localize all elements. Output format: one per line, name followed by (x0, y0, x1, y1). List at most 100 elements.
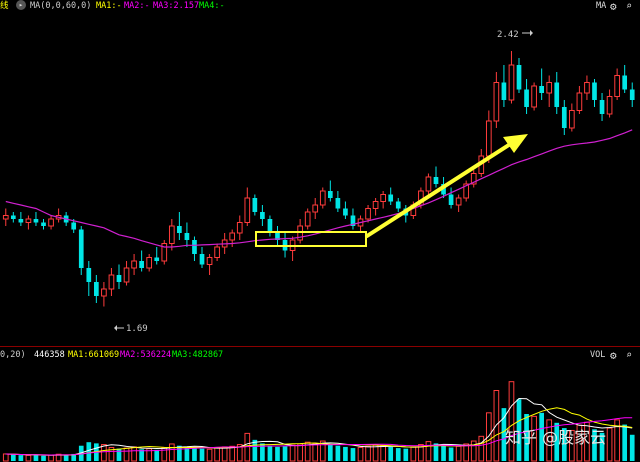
candles-group (2, 51, 635, 307)
vol-gear-icon[interactable]: ⚙ (610, 349, 617, 362)
candle-body (622, 75, 628, 90)
volume-bars-group (2, 381, 635, 462)
candle-body (554, 82, 560, 107)
volume-bar (101, 444, 107, 462)
candle-body (425, 176, 432, 192)
volume-indicator-params[interactable]: 0,20) (0, 349, 26, 362)
gear-icon[interactable]: ⚙ (610, 0, 617, 13)
vol-ma3-readout: MA3:482867 (172, 350, 224, 360)
candle (493, 72, 500, 128)
candle (516, 58, 522, 93)
indicator-switch-icon[interactable]: ▸ (16, 0, 26, 10)
volume-bar (123, 447, 130, 462)
volume-bar (2, 453, 9, 462)
candlestick-panel[interactable]: 2.42 1.69 (0, 13, 640, 346)
vol-settings-label[interactable]: VOL (590, 349, 605, 362)
volume-bar (335, 445, 341, 461)
candle-body (501, 82, 507, 100)
candle (380, 191, 386, 209)
stock-chart-window: 线 ▸ MA(0,0,60,0) MA1:- MA2:- MA3:2.157 M… (0, 0, 640, 462)
candle-body (184, 233, 190, 240)
low-price-label: 1.69 (126, 324, 148, 334)
candle-body (154, 257, 160, 261)
candle-body (539, 86, 544, 93)
candle-body (116, 275, 122, 282)
candle-body (108, 274, 115, 290)
candle-body (71, 222, 77, 230)
candle-body (199, 254, 205, 265)
candle-body (252, 198, 258, 212)
high-price-label: 2.42 (497, 30, 519, 40)
candle (470, 170, 477, 188)
security-name-fragment: 线 (0, 1, 9, 11)
candle-body (267, 219, 273, 233)
candle-body (569, 110, 575, 129)
candle (108, 268, 115, 296)
candle-body (576, 92, 583, 111)
candle-body (260, 212, 265, 219)
vol-search-icon[interactable]: ⌕ (626, 349, 632, 362)
ma2-readout: MA2:- (124, 1, 150, 11)
volume-bar (192, 447, 197, 461)
trend-arrow (365, 134, 528, 238)
candle (214, 243, 220, 261)
candle-body (433, 177, 439, 184)
candle (244, 187, 251, 226)
candle (539, 68, 544, 100)
candle-body (244, 197, 251, 223)
candle-body (48, 218, 54, 227)
candle-body (335, 198, 341, 209)
ma3-readout: MA3:2.157 (153, 1, 200, 11)
candle (531, 82, 537, 111)
volume-bar (10, 454, 16, 461)
candle-body (206, 257, 213, 265)
volume-bar (357, 446, 364, 462)
candle (154, 247, 160, 265)
candle-body (236, 222, 243, 234)
ma4-readout: MA4:- (199, 1, 225, 11)
candle-body (10, 215, 16, 219)
candle (463, 180, 470, 202)
volume-bar (206, 448, 213, 462)
candle (304, 208, 311, 230)
candle (116, 264, 122, 289)
vol-ma2-readout: MA2:536224 (120, 350, 172, 360)
candle-body (18, 219, 24, 223)
volume-panel-header: 0,20) 446358 MA1:661069 MA2:536224 MA3:4… (0, 349, 640, 362)
candle-body (139, 261, 144, 268)
candle (350, 208, 356, 230)
candle-body (584, 82, 590, 94)
indicator-name[interactable]: MA(0,0,60,0) (30, 0, 91, 13)
volume-bar (365, 445, 371, 462)
volume-bar (441, 445, 446, 461)
volume-bar (48, 454, 54, 462)
candle (614, 68, 620, 100)
volume-bar (154, 449, 160, 461)
candle (161, 240, 168, 265)
volume-bar (455, 445, 462, 462)
candle (508, 51, 515, 104)
ma-settings-label[interactable]: MA (596, 0, 606, 13)
candle-body (372, 201, 379, 209)
candle-body (485, 120, 492, 157)
candle (48, 215, 54, 230)
vol-ma1-readout: MA1:661069 (68, 350, 120, 360)
candle-body (146, 257, 153, 269)
candle (546, 75, 553, 107)
volume-bar (221, 446, 228, 462)
candle-body (599, 100, 605, 114)
volume-bar (25, 454, 32, 462)
volume-bar (199, 448, 205, 461)
candle-body (524, 89, 529, 107)
candle (289, 236, 296, 261)
volume-bar (229, 445, 236, 462)
candle (312, 198, 319, 219)
candle-body (388, 194, 394, 202)
watermark: 知乎 @股家云 (505, 428, 607, 447)
search-icon[interactable]: ⌕ (626, 0, 632, 13)
candle-body (312, 204, 319, 213)
candle (388, 187, 394, 205)
volume-bar (448, 447, 454, 461)
candle-body (395, 201, 401, 209)
candle (78, 226, 84, 275)
